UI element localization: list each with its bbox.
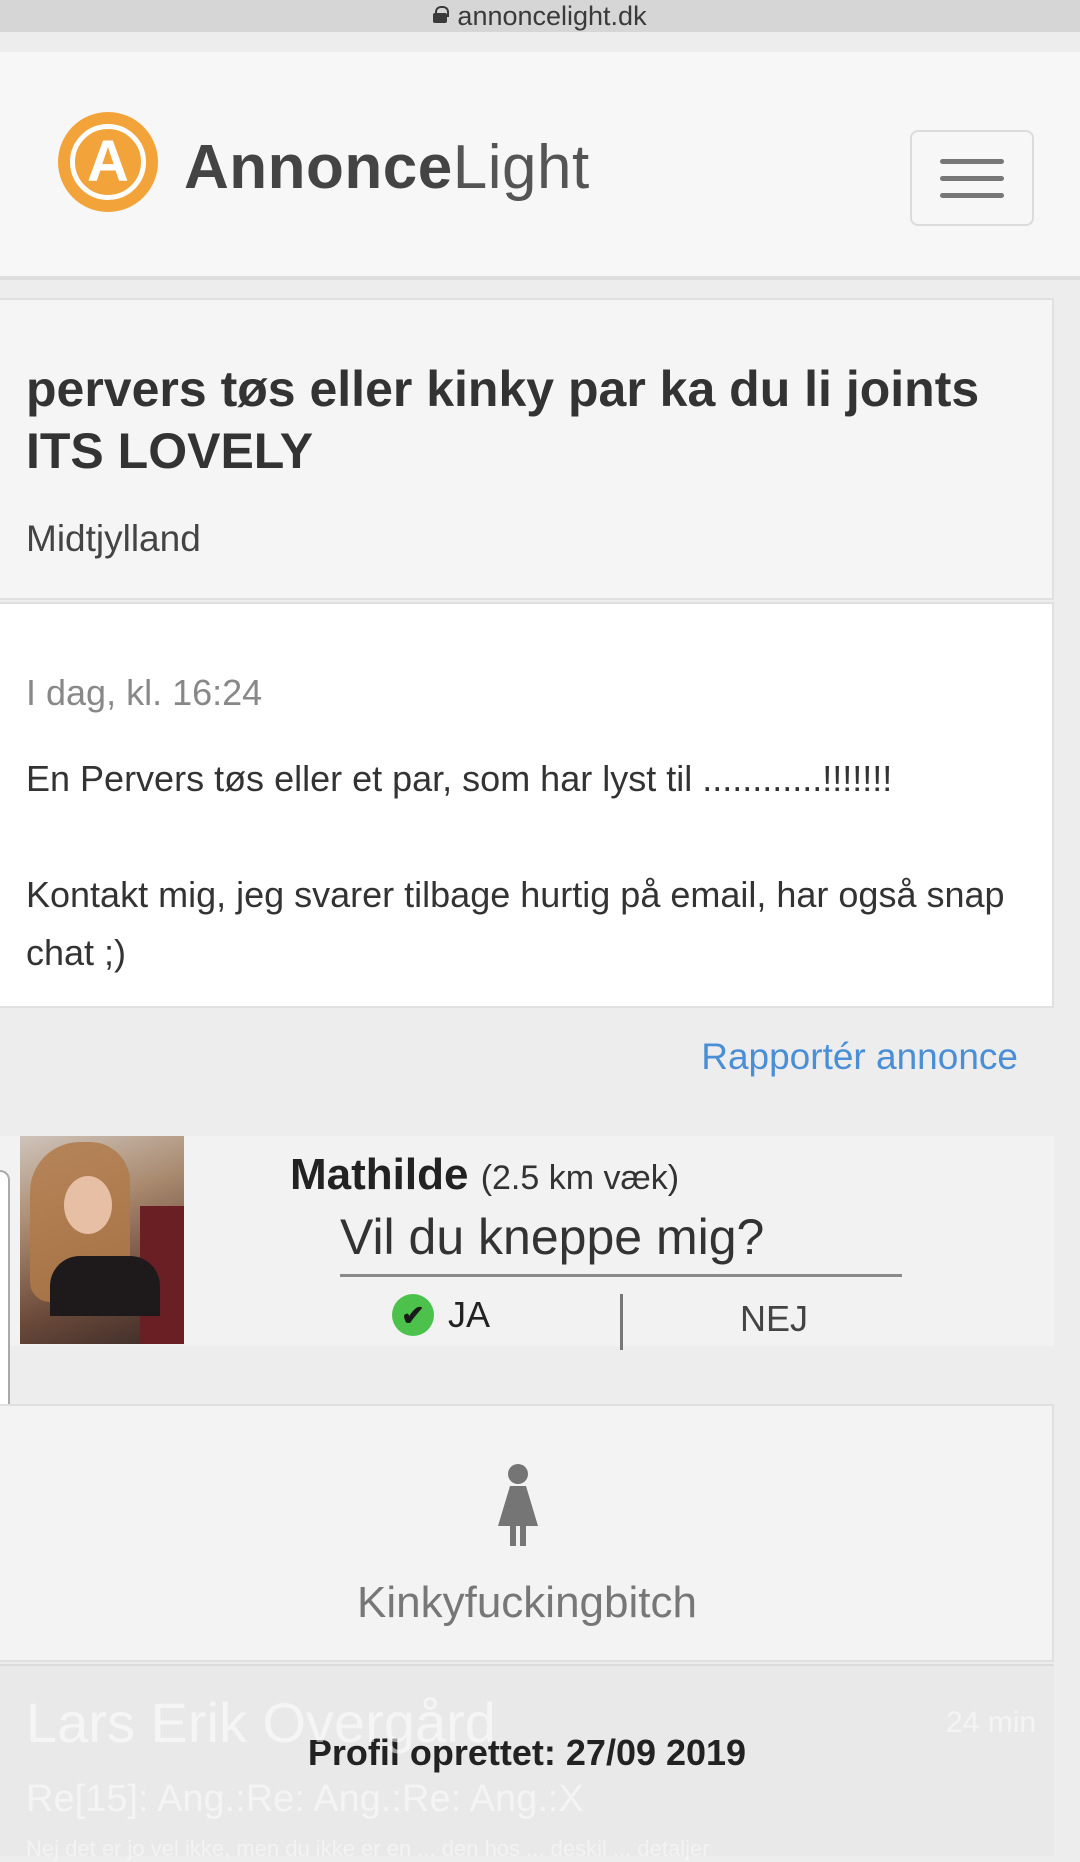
hamburger-menu-button[interactable] <box>910 130 1034 226</box>
promo-button-divider <box>620 1294 623 1350</box>
ad-region: Midtjylland <box>26 518 201 559</box>
promo-no-button[interactable]: NEJ <box>740 1298 808 1340</box>
menu-icon-bar <box>940 175 1004 181</box>
ad-text: En Pervers tøs eller et par, som har lys… <box>26 758 1005 973</box>
profile-card[interactable]: Kinkyfuckingbitch <box>0 1404 1054 1662</box>
ad-title-card: pervers tøs eller kinky par ka du li joi… <box>0 298 1054 600</box>
site-logo-text[interactable]: AnnonceLight <box>184 132 590 203</box>
site-header: A AnnonceLight <box>0 52 1080 280</box>
check-icon: ✔ <box>392 1294 434 1336</box>
ad-body-card: I dag, kl. 16:24 En Pervers tøs eller et… <box>0 602 1054 1008</box>
notification-preview: Nej det er jo vel ikke, men du ikke er e… <box>26 1836 710 1861</box>
promo-yes-label: JA <box>448 1294 491 1335</box>
logo-text-light: Light <box>452 133 590 202</box>
promo-yes-button[interactable]: ✔ JA <box>392 1294 490 1336</box>
promo-name: Mathilde <box>290 1150 469 1199</box>
logo-letter: A <box>70 124 146 200</box>
url-text: annoncelight.dk <box>457 0 647 31</box>
menu-icon-bar <box>940 158 1004 164</box>
female-user-icon <box>488 1464 548 1548</box>
profile-username[interactable]: Kinkyfuckingbitch <box>0 1578 1054 1628</box>
notification-time: 24 min <box>946 1706 1037 1739</box>
ad-date: I dag, kl. 16:24 <box>26 672 263 713</box>
report-ad-link[interactable]: Rapportér annonce <box>701 1036 1018 1078</box>
promo-divider-line <box>340 1274 902 1277</box>
menu-icon-bar <box>940 192 1004 198</box>
promo-photo[interactable] <box>20 1136 184 1344</box>
notification-sender: Lars Erik Overgård <box>26 1691 496 1754</box>
promo-distance: (2.5 km væk) <box>480 1159 680 1197</box>
logo-text-bold: Annonce <box>184 133 453 202</box>
ad-title: pervers tøs eller kinky par ka du li joi… <box>26 361 980 479</box>
promo-question: Vil du kneppe mig? <box>340 1209 765 1265</box>
lock-icon <box>433 6 450 23</box>
notification-subject: Re[15]: Ang.:Re: Ang.:Re: Ang.:X <box>26 1778 584 1820</box>
browser-url-bar[interactable]: annoncelight.dk <box>0 0 1080 32</box>
promo-name-line: Mathilde (2.5 km væk) <box>290 1150 679 1200</box>
promo-banner[interactable]: Mathilde (2.5 km væk) Vil du kneppe mig?… <box>0 1136 1054 1350</box>
annoncelight-logo-icon[interactable]: A <box>58 112 158 212</box>
